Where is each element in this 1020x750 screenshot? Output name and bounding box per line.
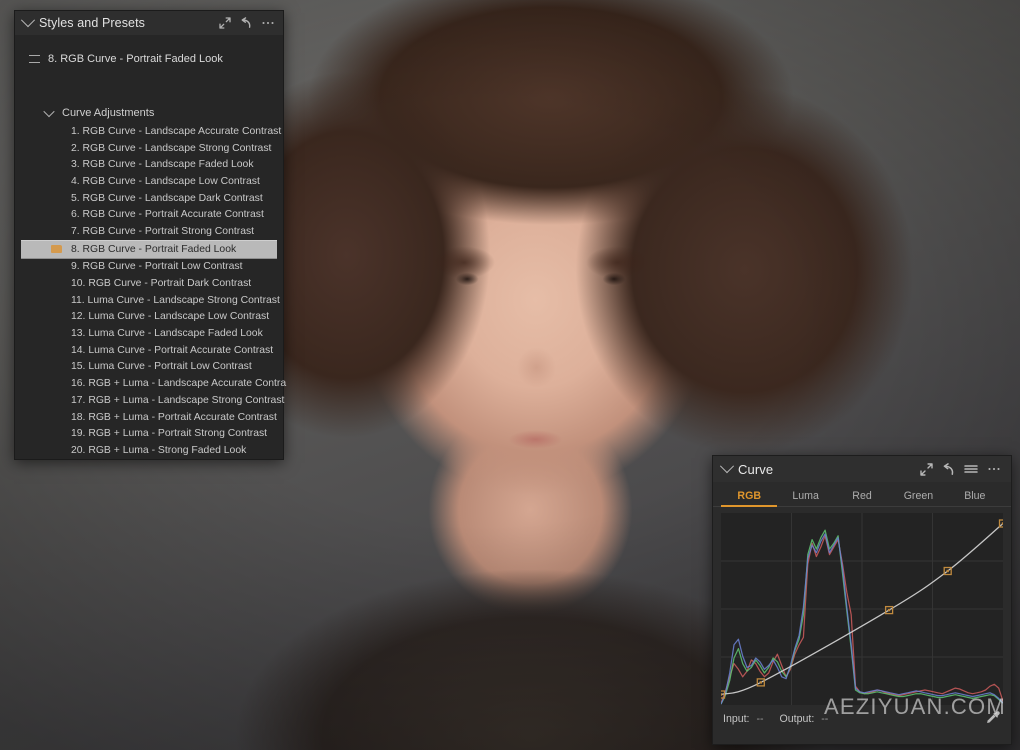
- eyedropper-icon[interactable]: [986, 710, 1001, 728]
- preset-list-item[interactable]: 4. RGB Curve - Landscape Low Contrast: [15, 173, 283, 190]
- preset-item-label: 6. RGB Curve - Portrait Accurate Contras…: [71, 209, 264, 221]
- preset-list-item[interactable]: 19. RGB + Luma - Portrait Strong Contras…: [15, 425, 283, 442]
- curve-tab-green[interactable]: Green: [890, 490, 946, 506]
- preset-item-label: 16. RGB + Luma - Landscape Accurate Cont…: [71, 378, 287, 390]
- chevron-down-icon[interactable]: [719, 459, 735, 474]
- input-value: --: [756, 713, 764, 725]
- preset-list-item[interactable]: 7. RGB Curve - Portrait Strong Contrast: [15, 223, 283, 240]
- curve-panel-header-icons: [920, 462, 1001, 476]
- preset-list-item[interactable]: 12. Luma Curve - Landscape Low Contrast: [15, 309, 283, 326]
- preset-item-label: 15. Luma Curve - Portrait Low Contrast: [71, 361, 252, 373]
- current-preset-label: 8. RGB Curve - Portrait Faded Look: [48, 53, 223, 65]
- reset-arrow-icon[interactable]: [942, 462, 955, 476]
- preset-list: 1. RGB Curve - Landscape Accurate Contra…: [15, 123, 287, 459]
- preset-list-item[interactable]: 17. RGB + Luma - Landscape Strong Contra…: [15, 392, 285, 409]
- styles-panel-header-icons: [219, 17, 275, 29]
- curve-graph[interactable]: [721, 513, 1003, 705]
- chevron-down-icon[interactable]: [43, 105, 55, 118]
- curve-control-point-center[interactable]: [759, 681, 762, 684]
- preset-item-label: 5. RGB Curve - Landscape Dark Contrast: [71, 192, 263, 204]
- curve-readout-footer: Input: -- Output: --: [713, 705, 1011, 733]
- preset-group-label: Curve Adjustments: [62, 107, 155, 119]
- preset-list-item[interactable]: 14. Luma Curve - Portrait Accurate Contr…: [15, 342, 283, 359]
- preset-list-item[interactable]: 5. RGB Curve - Landscape Dark Contrast: [15, 190, 283, 207]
- preset-item-label: 2. RGB Curve - Landscape Strong Contrast: [71, 142, 272, 154]
- output-readout: Output: --: [780, 713, 829, 725]
- input-readout: Input: --: [723, 713, 764, 725]
- preset-item-label: 8. RGB Curve - Portrait Faded Look: [71, 243, 237, 255]
- preset-item-label: 1. RGB Curve - Landscape Accurate Contra…: [71, 125, 282, 137]
- output-value: --: [821, 713, 829, 725]
- preset-item-label: 4. RGB Curve - Landscape Low Contrast: [71, 175, 260, 187]
- styles-panel-title: Styles and Presets: [39, 16, 146, 30]
- preset-item-label: 11. Luma Curve - Landscape Strong Contra…: [71, 294, 280, 306]
- curve-tab-blue[interactable]: Blue: [947, 490, 1003, 506]
- menu-icon[interactable]: [964, 463, 978, 475]
- curve-panel-header: Curve: [713, 456, 1011, 482]
- expand-icon[interactable]: [920, 462, 933, 476]
- curve-tab-red[interactable]: Red: [834, 490, 890, 506]
- current-preset-row[interactable]: 8. RGB Curve - Portrait Faded Look: [29, 49, 283, 69]
- preset-list-item[interactable]: 2. RGB Curve - Landscape Strong Contrast: [15, 140, 283, 157]
- preset-item-label: 10. RGB Curve - Portrait Dark Contrast: [71, 278, 252, 290]
- preset-item-label: 3. RGB Curve - Landscape Faded Look: [71, 159, 254, 171]
- preset-list-item[interactable]: 13. Luma Curve - Landscape Faded Look: [15, 325, 283, 342]
- preset-item-label: 13. Luma Curve - Landscape Faded Look: [71, 328, 263, 340]
- preset-list-item[interactable]: 18. RGB + Luma - Portrait Accurate Contr…: [15, 409, 283, 426]
- curve-tab-rgb[interactable]: RGB: [721, 490, 778, 507]
- preset-item-label: 14. Luma Curve - Portrait Accurate Contr…: [71, 344, 274, 356]
- preset-item-label: 19. RGB + Luma - Portrait Strong Contras…: [71, 428, 268, 440]
- drag-handle-icon[interactable]: [29, 55, 40, 63]
- preset-group-header[interactable]: Curve Adjustments: [43, 105, 283, 119]
- chevron-down-icon[interactable]: [20, 13, 36, 28]
- preset-list-item[interactable]: 15. Luma Curve - Portrait Low Contrast: [15, 359, 283, 376]
- curve-control-point-center[interactable]: [946, 569, 949, 573]
- more-options-icon[interactable]: [987, 463, 1001, 475]
- preset-item-label: 18. RGB + Luma - Portrait Accurate Contr…: [71, 411, 277, 423]
- styles-panel-header: Styles and Presets: [15, 11, 283, 35]
- curve-panel: Curve RGB Luma Red Green Blue Input: -- …: [712, 455, 1012, 745]
- preset-list-item[interactable]: 16. RGB + Luma - Landscape Accurate Cont…: [15, 375, 287, 392]
- curve-panel-title: Curve: [738, 461, 774, 477]
- preset-item-label: 17. RGB + Luma - Landscape Strong Contra…: [71, 394, 285, 406]
- expand-icon[interactable]: [219, 17, 231, 29]
- lightroom-editor-screen: Styles and Presets 8. RGB Curve - Portra…: [0, 0, 1020, 750]
- preset-list-item[interactable]: 20. RGB + Luma - Strong Faded Look: [15, 442, 283, 459]
- curve-control-point-center[interactable]: [887, 608, 891, 612]
- preset-item-label: 7. RGB Curve - Portrait Strong Contrast: [71, 225, 255, 237]
- preset-item-label: 9. RGB Curve - Portrait Low Contrast: [71, 261, 243, 273]
- curve-graph-svg[interactable]: [721, 513, 1003, 705]
- preset-list-item[interactable]: 8. RGB Curve - Portrait Faded Look: [21, 239, 277, 259]
- preset-folder-icon: [51, 245, 62, 254]
- preset-item-label: 20. RGB + Luma - Strong Faded Look: [71, 444, 247, 456]
- preset-list-item[interactable]: 10. RGB Curve - Portrait Dark Contrast: [15, 275, 283, 292]
- preset-item-label: 12. Luma Curve - Landscape Low Contrast: [71, 311, 270, 323]
- styles-and-presets-panel: Styles and Presets 8. RGB Curve - Portra…: [14, 10, 287, 460]
- preset-list-item[interactable]: 3. RGB Curve - Landscape Faded Look: [15, 156, 283, 173]
- curve-tab-luma[interactable]: Luma: [777, 490, 833, 506]
- curve-control-point-center[interactable]: [721, 693, 723, 696]
- curve-control-point-center[interactable]: [1001, 522, 1003, 525]
- output-label: Output:: [779, 713, 815, 725]
- reset-arrow-icon[interactable]: [240, 17, 252, 29]
- more-options-icon[interactable]: [261, 17, 275, 29]
- preset-list-item[interactable]: 1. RGB Curve - Landscape Accurate Contra…: [15, 123, 283, 140]
- preset-list-item[interactable]: 11. Luma Curve - Landscape Strong Contra…: [15, 292, 283, 309]
- curve-channel-tabs: RGB Luma Red Green Blue: [713, 482, 1011, 507]
- preset-list-item[interactable]: 9. RGB Curve - Portrait Low Contrast: [15, 259, 283, 276]
- input-label: Input:: [723, 713, 750, 725]
- preset-list-item[interactable]: 6. RGB Curve - Portrait Accurate Contras…: [15, 206, 283, 223]
